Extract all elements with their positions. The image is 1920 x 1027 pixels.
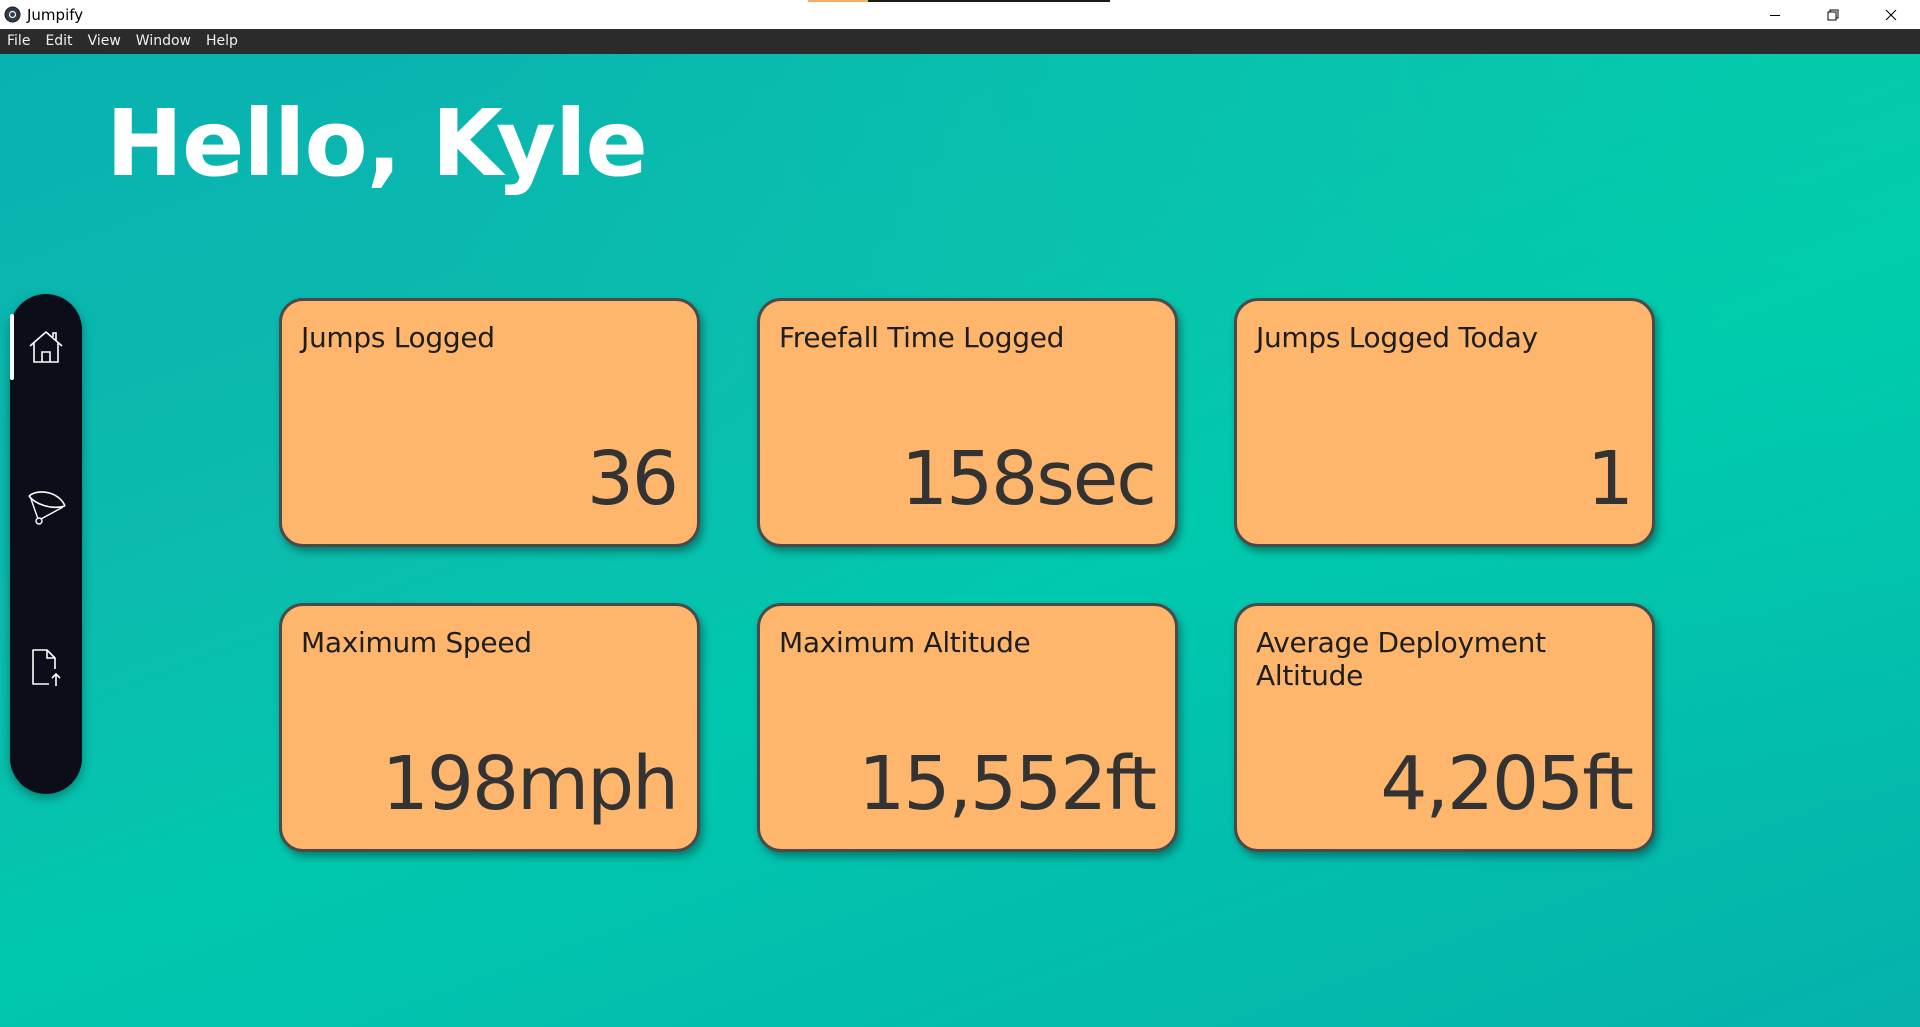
stat-label: Freefall Time Logged [779,321,1065,354]
stat-value: 198mph [381,741,679,827]
stat-value: 4,205ft [1380,741,1634,827]
close-button[interactable] [1862,0,1920,29]
stat-card-max-speed: Maximum Speed 198mph [279,603,700,852]
sidebar-item-jumps[interactable] [10,472,82,542]
restore-icon [1827,9,1839,20]
stat-card-jumps-logged: Jumps Logged 36 [279,298,700,547]
stat-card-avg-deployment: Average Deployment Altitude 4,205ft [1234,603,1655,852]
stat-label: Jumps Logged [301,321,495,354]
title-accent-bar [808,0,1110,2]
restore-button[interactable] [1804,0,1862,29]
app-logo-icon [3,5,22,24]
menu-edit[interactable]: Edit [38,29,80,54]
file-upload-icon [32,649,61,686]
menu-window[interactable]: Window [129,29,199,54]
home-icon [29,331,63,363]
stat-value: 1 [1586,436,1634,522]
close-icon [1885,9,1897,20]
stat-label: Maximum Altitude [779,626,1031,659]
sidebar-item-upload[interactable] [10,632,82,702]
menu-bar: File Edit View Window Help [0,29,1920,54]
sidebar-item-home[interactable] [10,312,82,382]
stat-value: 15,552ft [858,741,1157,827]
stat-label: Average Deployment Altitude [1256,626,1546,692]
window-controls [1746,0,1920,29]
stat-label: Jumps Logged Today [1256,321,1538,354]
sidebar-nav [10,294,82,794]
window-title: Jumpify [27,5,84,24]
minimize-button[interactable] [1746,0,1804,29]
minimize-icon [1770,14,1780,16]
stat-value: 158sec [900,436,1157,522]
greeting-heading: Hello, Kyle [106,90,648,197]
stat-card-max-altitude: Maximum Altitude 15,552ft [757,603,1178,852]
stat-card-freefall-time: Freefall Time Logged 158sec [757,298,1178,547]
stat-label: Maximum Speed [301,626,532,659]
stat-value: 36 [586,436,679,522]
title-bar: Jumpify [0,0,1920,29]
parachute-icon [28,491,66,525]
stat-card-jumps-today: Jumps Logged Today 1 [1234,298,1655,547]
dashboard-content: Hello, Kyle Jumps Logged 36 Freefall Tim… [0,54,1920,1027]
menu-help[interactable]: Help [199,29,246,54]
menu-file[interactable]: File [0,29,38,54]
menu-view[interactable]: View [81,29,129,54]
